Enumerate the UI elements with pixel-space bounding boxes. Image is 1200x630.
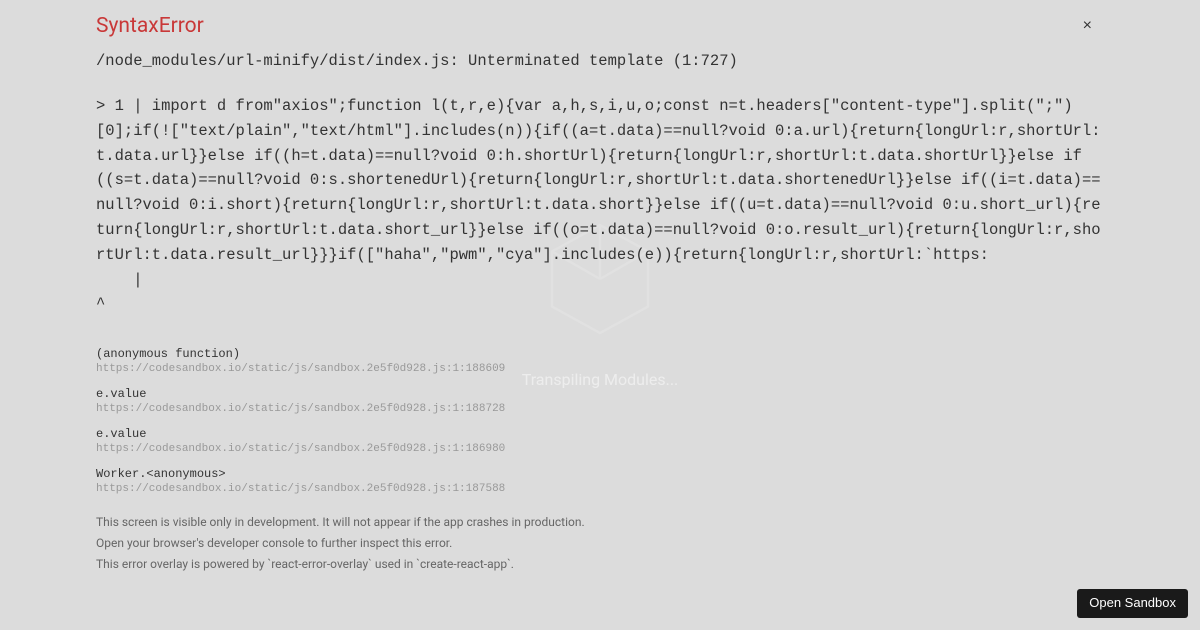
stack-frame: e.value https://codesandbox.io/static/js…: [96, 387, 1104, 415]
stack-frame-url[interactable]: https://codesandbox.io/static/js/sandbox…: [96, 483, 1104, 495]
stack-frame-url[interactable]: https://codesandbox.io/static/js/sandbox…: [96, 403, 1104, 415]
stack-frame: e.value https://codesandbox.io/static/js…: [96, 427, 1104, 455]
stack-frame-name: Worker.<anonymous>: [96, 467, 1104, 481]
stack-frame: (anonymous function) https://codesandbox…: [96, 347, 1104, 375]
error-location: /node_modules/url-minify/dist/index.js: …: [96, 52, 1104, 70]
stack-trace-list: (anonymous function) https://codesandbox…: [96, 347, 1104, 495]
footer-line: Open your browser's developer console to…: [96, 534, 1104, 552]
stack-frame-name: (anonymous function): [96, 347, 1104, 361]
footer-line: This error overlay is powered by `react-…: [96, 555, 1104, 573]
error-code-block: > 1 | import d from"axios";function l(t,…: [96, 94, 1104, 317]
overlay-footer: This screen is visible only in developme…: [96, 513, 1104, 573]
error-title: SyntaxError: [96, 14, 1104, 38]
error-overlay: × SyntaxError /node_modules/url-minify/d…: [0, 0, 1200, 630]
stack-frame-name: e.value: [96, 427, 1104, 441]
close-button[interactable]: ×: [1083, 18, 1092, 34]
footer-line: This screen is visible only in developme…: [96, 513, 1104, 531]
stack-frame: Worker.<anonymous> https://codesandbox.i…: [96, 467, 1104, 495]
stack-frame-name: e.value: [96, 387, 1104, 401]
stack-frame-url[interactable]: https://codesandbox.io/static/js/sandbox…: [96, 443, 1104, 455]
stack-frame-url[interactable]: https://codesandbox.io/static/js/sandbox…: [96, 363, 1104, 375]
open-sandbox-button[interactable]: Open Sandbox: [1077, 589, 1188, 618]
